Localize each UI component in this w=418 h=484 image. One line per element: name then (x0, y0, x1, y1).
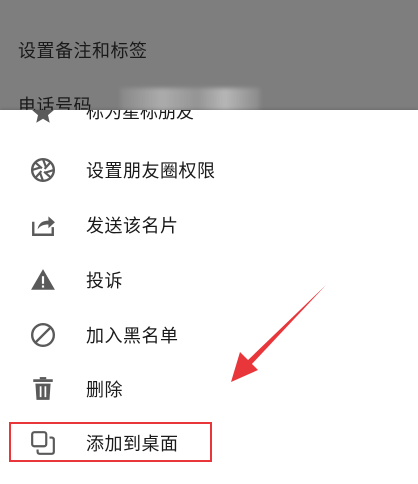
dimmed-background: 设置备注和标签 电话号码 (0, 0, 418, 117)
trash-icon (33, 377, 53, 400)
menu-item-blacklist[interactable]: 加入黑名单 (0, 307, 418, 361)
menu-item-star-friend[interactable]: 标为星标朋友 (0, 110, 418, 130)
star-icon (32, 110, 54, 123)
aperture-icon (30, 157, 56, 183)
menu-item-label: 删除 (86, 380, 123, 401)
remark-and-tags-row: 设置备注和标签 (18, 41, 148, 62)
menu-item-label: 标为星标朋友 (86, 110, 194, 123)
highlight-box (9, 422, 212, 462)
menu-item-delete[interactable]: 删除 (0, 361, 418, 415)
blurred-phone-value (120, 88, 260, 112)
menu-item-label: 加入黑名单 (86, 326, 179, 347)
menu-item-label: 发送该名片 (86, 216, 179, 237)
menu-item-label: 投诉 (86, 271, 123, 292)
share-icon (32, 216, 55, 236)
menu-item-label: 设置朋友圈权限 (86, 161, 216, 182)
block-icon (30, 322, 56, 348)
menu-item-send-card[interactable]: 发送该名片 (0, 197, 418, 251)
menu-item-moments-permission[interactable]: 设置朋友圈权限 (0, 142, 418, 196)
menu-item-report[interactable]: 投诉 (0, 252, 418, 306)
warning-icon (31, 269, 55, 290)
